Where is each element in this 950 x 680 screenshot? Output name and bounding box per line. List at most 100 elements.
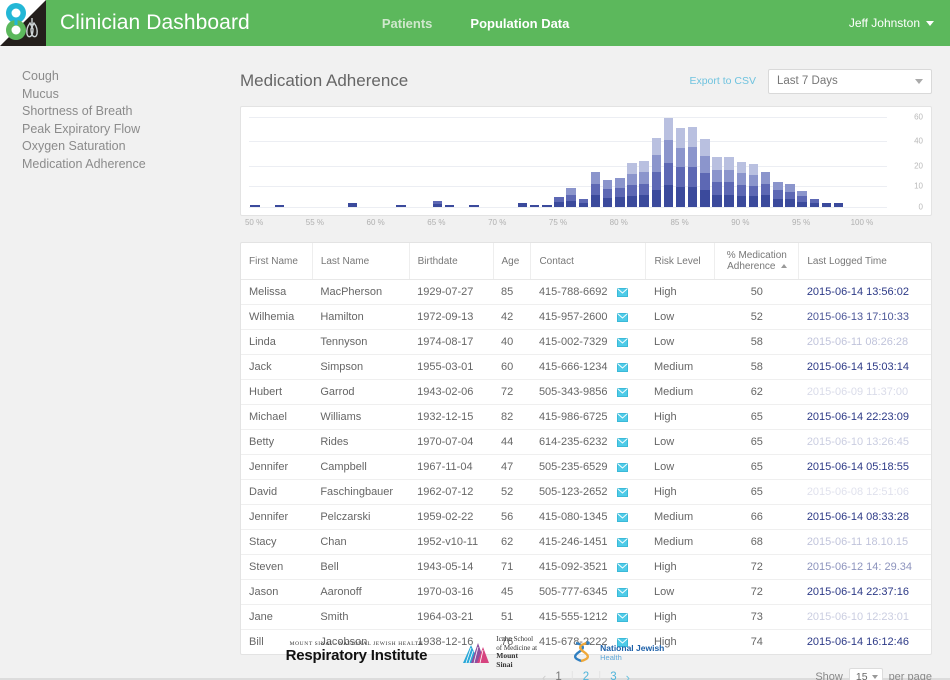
col-contact[interactable]: Contact bbox=[530, 243, 647, 280]
chart-bar[interactable] bbox=[469, 204, 479, 207]
chart-bar[interactable] bbox=[590, 171, 601, 207]
chart-bar[interactable] bbox=[529, 204, 540, 207]
adherence-histogram[interactable]: 0 10 20 40 60 bbox=[241, 107, 931, 215]
nav-item-patients[interactable]: Patients bbox=[382, 16, 433, 31]
chart-bar[interactable] bbox=[347, 202, 358, 207]
chart-bar[interactable] bbox=[432, 200, 443, 207]
col-last-logged-time[interactable]: Last Logged Time bbox=[798, 243, 931, 280]
chart-bar[interactable] bbox=[748, 164, 759, 207]
chart-bar[interactable] bbox=[675, 127, 686, 207]
sidebar-item-medication-adherence[interactable]: Medication Adherence bbox=[22, 156, 240, 174]
chart-bar[interactable] bbox=[724, 157, 734, 207]
chart-bar[interactable] bbox=[785, 184, 795, 207]
timestamp-value[interactable]: 2015-06-10 12:23:01 bbox=[807, 611, 909, 623]
table-row[interactable]: Linda Tennyson 1974-08-17 40 415-002-7329 Low… bbox=[241, 329, 931, 355]
col-birthdate[interactable]: Birthdate bbox=[409, 243, 494, 280]
chart-bar[interactable] bbox=[700, 138, 710, 207]
chart-bar[interactable] bbox=[517, 202, 528, 207]
sidebar-item-oxygen-saturation[interactable]: Oxygen Saturation bbox=[22, 138, 240, 156]
page-3[interactable]: 3 bbox=[610, 671, 616, 680]
page-2[interactable]: 2 bbox=[583, 671, 589, 680]
envelope-icon[interactable] bbox=[617, 462, 629, 472]
chart-bar[interactable] bbox=[797, 190, 807, 207]
chart-bar[interactable] bbox=[833, 202, 844, 207]
timestamp-value[interactable]: 2015-06-08 12:51:06 bbox=[807, 486, 909, 498]
chart-bar[interactable] bbox=[821, 202, 832, 207]
sidebar-item-cough[interactable]: Cough bbox=[22, 68, 240, 86]
chart-bar[interactable] bbox=[615, 178, 625, 207]
chart-bar[interactable] bbox=[687, 126, 698, 207]
col-last-name[interactable]: Last Name bbox=[312, 243, 410, 280]
chart-bar[interactable] bbox=[396, 204, 406, 207]
timestamp-value[interactable]: 2015-06-14 16:12:46 bbox=[807, 636, 909, 648]
chart-bar[interactable] bbox=[809, 198, 820, 207]
timestamp-value[interactable]: 2015-06-14 08:33:28 bbox=[807, 511, 909, 523]
chart-bar[interactable] bbox=[578, 198, 589, 207]
col-first-name[interactable]: First Name bbox=[241, 243, 313, 280]
chevron-right-icon[interactable]: › bbox=[626, 670, 630, 680]
chart-bar[interactable] bbox=[627, 163, 637, 207]
page-1[interactable]: 1 bbox=[555, 671, 561, 680]
sidebar-item-shortness-of-breath[interactable]: Shortness of Breath bbox=[22, 103, 240, 121]
sidebar-item-mucus[interactable]: Mucus bbox=[22, 86, 240, 104]
timestamp-value[interactable]: 2015-06-14 15:03:14 bbox=[807, 361, 909, 373]
chart-bar[interactable] bbox=[566, 188, 576, 207]
envelope-icon[interactable] bbox=[617, 612, 629, 622]
envelope-icon[interactable] bbox=[617, 437, 629, 447]
table-row[interactable]: Jack Simpson 1955-03-01 60 415-666-1234 Mediu… bbox=[241, 354, 931, 380]
timestamp-value[interactable]: 2015-06-11 18.10.15 bbox=[807, 536, 908, 548]
chevron-left-icon[interactable]: ‹ bbox=[542, 670, 546, 680]
col-medication-adherence[interactable]: % Medication Adherence bbox=[714, 243, 800, 280]
timestamp-value[interactable]: 2015-06-09 11:37:00 bbox=[807, 386, 908, 398]
chart-bar[interactable] bbox=[773, 182, 783, 207]
envelope-icon[interactable] bbox=[617, 512, 629, 522]
table-row[interactable]: Jennifer Pelczarski 1959-02-22 56 415-080-13… bbox=[241, 504, 931, 530]
per-page-select[interactable]: 15 bbox=[848, 668, 883, 680]
user-menu[interactable]: Jeff Johnston bbox=[849, 16, 934, 30]
chart-bar[interactable] bbox=[639, 160, 649, 207]
timestamp-value[interactable]: 2015-06-14 22:23:09 bbox=[807, 411, 909, 423]
col-risk-level[interactable]: Risk Level bbox=[645, 243, 716, 280]
table-row[interactable]: Jennifer Campbell 1967-11-04 47 505-235-6529… bbox=[241, 454, 931, 480]
col-age[interactable]: Age bbox=[493, 243, 532, 280]
nav-item-population-data[interactable]: Population Data bbox=[470, 16, 569, 31]
table-row[interactable]: David Faschingbauer 1962-07-12 52 505-123-26… bbox=[241, 479, 931, 505]
table-row[interactable]: Betty Rides 1970-07-04 44 614-235-6232 Low 65 2… bbox=[241, 429, 931, 455]
envelope-icon[interactable] bbox=[617, 287, 629, 297]
timestamp-value[interactable]: 2015-06-14 13:56:02 bbox=[807, 286, 909, 298]
table-row[interactable]: Jason Aaronoff 1970-03-16 45 505-777-6345 Low… bbox=[241, 579, 931, 605]
table-row[interactable]: Michael Williams 1932-12-15 82 415-986-6725 H… bbox=[241, 404, 931, 430]
envelope-icon[interactable] bbox=[617, 562, 629, 572]
table-row[interactable]: Melissa MacPherson 1929-07-27 85 415-788-669… bbox=[241, 279, 931, 305]
timestamp-value[interactable]: 2015-06-11 08:26:28 bbox=[807, 336, 908, 348]
envelope-icon[interactable] bbox=[617, 387, 629, 397]
timestamp-value[interactable]: 2015-06-14 05:18:55 bbox=[807, 461, 909, 473]
date-range-select[interactable]: Last 7 Days bbox=[768, 68, 932, 94]
envelope-icon[interactable] bbox=[617, 362, 629, 372]
envelope-icon[interactable] bbox=[617, 537, 629, 547]
chart-bar[interactable] bbox=[602, 180, 613, 207]
timestamp-value[interactable]: 2015-06-13 17:10:33 bbox=[807, 311, 909, 323]
chart-bar[interactable] bbox=[712, 157, 722, 207]
chart-bar[interactable] bbox=[760, 171, 771, 207]
table-row[interactable]: Steven Bell 1943-05-14 71 415-092-3521 High 72… bbox=[241, 554, 931, 580]
table-row[interactable]: Hubert Garrod 1943-02-06 72 505-343-9856 Medi… bbox=[241, 379, 931, 405]
chart-bar[interactable] bbox=[663, 118, 674, 207]
chart-bar[interactable] bbox=[554, 196, 564, 207]
chart-bar[interactable] bbox=[542, 204, 552, 207]
sidebar-item-peak-expiratory-flow[interactable]: Peak Expiratory Flow bbox=[22, 121, 240, 139]
envelope-icon[interactable] bbox=[617, 312, 629, 322]
table-row[interactable]: Wilhemia Hamilton 1972-09-13 42 415-957-2600… bbox=[241, 304, 931, 330]
chart-bar[interactable] bbox=[736, 162, 747, 207]
chart-bar[interactable] bbox=[651, 137, 661, 207]
export-to-csv-button[interactable]: Export to CSV bbox=[689, 75, 756, 87]
envelope-icon[interactable] bbox=[617, 337, 629, 347]
chart-bar[interactable] bbox=[250, 204, 260, 207]
table-row[interactable]: Jane Smith 1964-03-21 51 415-555-1212 High 73 2… bbox=[241, 604, 931, 630]
envelope-icon[interactable] bbox=[617, 487, 629, 497]
timestamp-value[interactable]: 2015-06-12 14: 29.34 bbox=[807, 561, 912, 573]
chart-bar[interactable] bbox=[274, 204, 285, 207]
envelope-icon[interactable] bbox=[617, 587, 629, 597]
timestamp-value[interactable]: 2015-06-10 13:26:45 bbox=[807, 436, 909, 448]
app-logo[interactable] bbox=[0, 0, 46, 46]
